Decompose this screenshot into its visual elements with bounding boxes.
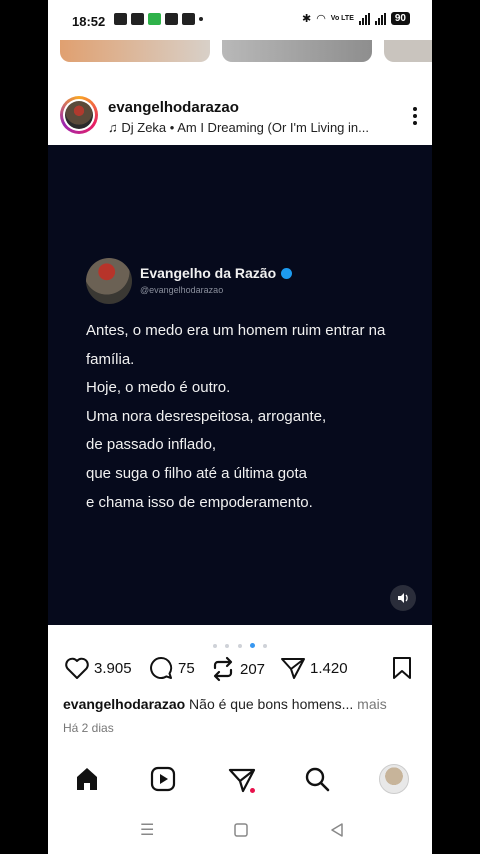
music-info[interactable]: ♫ Dj Zeka • Am I Dreaming (Or I'm Living… [108, 120, 383, 135]
thumbnail-2[interactable] [222, 40, 372, 62]
tweet-line: família. [86, 350, 135, 368]
post-media[interactable]: Evangelho da Razão @evangelhodarazao Ant… [48, 145, 432, 625]
carousel-dot-active [249, 643, 255, 649]
profile-avatar[interactable] [379, 764, 409, 794]
status-bar: 18:52 ✱ ◠ Vo LTE 90 [48, 0, 432, 40]
verified-badge-icon [281, 268, 293, 279]
tweet-text: Antes, o medo era um homem ruim entrar n… [86, 317, 406, 517]
bluetooth-icon: ✱ [301, 13, 312, 25]
tweet-line: Antes, o medo era um homem ruim entrar n… [86, 322, 386, 339]
tweet-line: de passado inflado, [86, 436, 217, 454]
back-icon[interactable] [330, 820, 344, 842]
tweet-author-name-text: Evangelho da Razão [140, 265, 277, 281]
notification-dot [250, 788, 255, 793]
thumbnail-1[interactable] [60, 40, 210, 62]
comment-count: 75 [178, 659, 195, 677]
bottom-nav [48, 760, 432, 804]
post-caption[interactable]: evangelhodarazao Não é que bons homens..… [63, 696, 423, 712]
status-left-icons [114, 13, 203, 25]
repost-count: 207 [240, 660, 266, 678]
app-notification-icon [148, 13, 161, 25]
carousel-dot [237, 643, 242, 648]
like-count: 3.905 [94, 659, 132, 677]
status-right-icons: ✱ ◠ Vo LTE 90 [302, 12, 410, 25]
status-time: 18:52 [72, 14, 106, 29]
thumbnail-3[interactable] [384, 40, 432, 62]
messages-icon[interactable] [228, 766, 256, 799]
post-actions: 3.905 75 207 1.420 [48, 656, 432, 686]
signal-1-icon [358, 12, 370, 25]
bookmark-icon [393, 657, 411, 679]
author-username[interactable]: evangelhodarazao [108, 99, 239, 116]
comment-icon [150, 656, 173, 679]
tweet-avatar [86, 258, 132, 304]
heart-icon [65, 657, 89, 679]
nfc-icon [131, 13, 144, 25]
carousel-dot [225, 643, 230, 648]
save-button[interactable] [391, 656, 413, 680]
comment-button[interactable]: 75 [148, 656, 195, 680]
reels-icon[interactable] [150, 766, 176, 797]
search-icon[interactable] [304, 766, 330, 797]
volte-label: Vo LTE [330, 15, 354, 22]
system-home-icon[interactable] [234, 820, 248, 842]
system-navigation-bar: ☰ [48, 812, 432, 852]
share-button[interactable]: 1.420 [280, 656, 348, 680]
more-notifications-icon [199, 17, 203, 21]
caption-username[interactable]: evangelhodarazao [63, 696, 185, 712]
battery-icon: 90 [390, 12, 410, 25]
signal-2-icon [374, 12, 386, 25]
author-avatar[interactable] [60, 96, 98, 134]
youtube-icon [165, 13, 178, 25]
tweet-author-name: Evangelho da Razão [140, 265, 293, 281]
music-note-icon: ♫ [108, 120, 122, 135]
caption-more-link[interactable]: mais [353, 696, 387, 712]
recent-apps-icon[interactable]: ☰ [140, 820, 154, 840]
tweet-line: Hoje, o medo é outro. [86, 379, 231, 397]
carousel-dot [263, 643, 268, 648]
caption-text: Não é que bons homens... [185, 696, 354, 712]
like-button[interactable]: 3.905 [64, 656, 132, 680]
home-icon[interactable] [74, 766, 100, 797]
tweet-line: Uma nora desrespeitosa, arrogante, [86, 407, 327, 425]
tweet-line: e chama isso de empoderamento. [86, 493, 313, 511]
repost-button[interactable]: 207 [210, 656, 265, 682]
app-screen: 18:52 ✱ ◠ Vo LTE 90 evangelhodarazao ♫ D… [48, 0, 432, 854]
repost-icon [213, 656, 233, 682]
carousel-dot [212, 643, 217, 648]
usb-icon [114, 13, 127, 25]
mail-icon [182, 13, 195, 25]
tweet-handle: @evangelhodarazao [140, 285, 224, 295]
more-options-icon[interactable] [412, 106, 418, 130]
share-count: 1.420 [310, 659, 348, 677]
send-icon [281, 658, 305, 679]
carousel-indicator [48, 637, 432, 655]
previous-post-strip[interactable] [48, 40, 432, 64]
wifi-icon: ◠ [316, 13, 326, 25]
tweet-line: que suga o filho até a última gota [86, 464, 307, 482]
post-header: evangelhodarazao ♫ Dj Zeka • Am I Dreami… [48, 88, 432, 144]
volume-icon[interactable] [390, 585, 416, 611]
music-title: Dj Zeka • Am I Dreaming (Or I'm Living i… [121, 120, 369, 135]
post-date: Há 2 dias [63, 721, 114, 735]
